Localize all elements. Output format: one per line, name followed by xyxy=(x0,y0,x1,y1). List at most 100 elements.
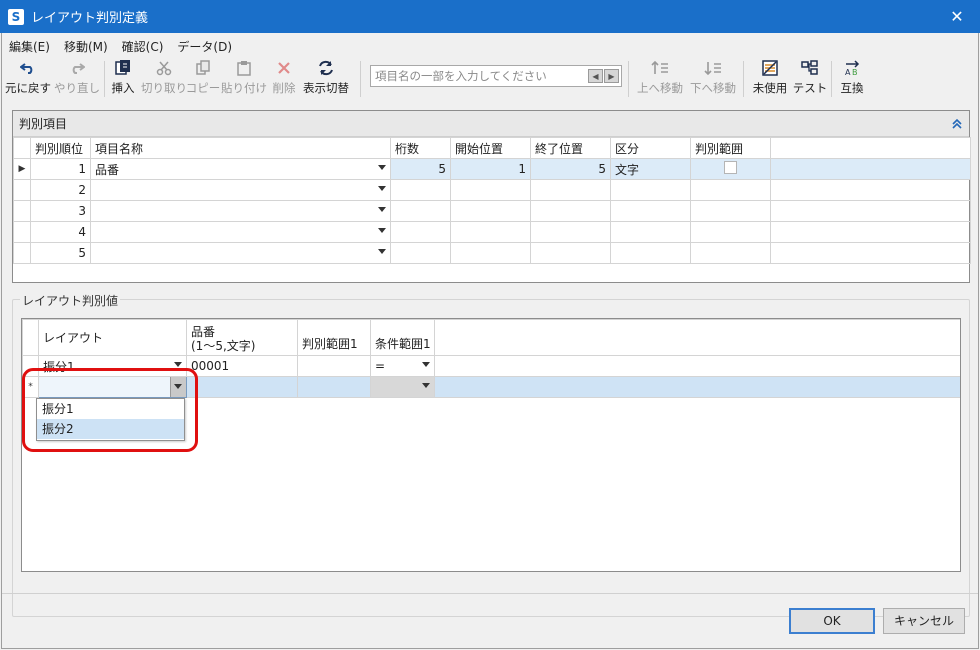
table-row[interactable]: 3 xyxy=(13,200,971,222)
hinban-cell[interactable]: 00001 xyxy=(186,355,298,377)
cancel-button[interactable]: キャンセル xyxy=(883,608,965,634)
column-header[interactable]: 判別順位 xyxy=(30,137,91,159)
close-button[interactable]: ✕ xyxy=(934,0,980,33)
dropdown-arrow-icon[interactable] xyxy=(422,383,430,388)
range-cell[interactable] xyxy=(690,158,771,180)
digits-cell[interactable] xyxy=(390,242,451,264)
order-cell[interactable]: 5 xyxy=(30,242,91,264)
kind-cell[interactable]: 文字 xyxy=(610,158,691,180)
end-cell[interactable]: 5 xyxy=(530,158,611,180)
range1-cell[interactable] xyxy=(297,376,371,398)
item-name-combo[interactable] xyxy=(90,221,391,243)
start-cell[interactable] xyxy=(450,179,531,201)
menu-data[interactable]: データ(D) xyxy=(170,38,239,55)
column-header[interactable]: 終了位置 xyxy=(530,137,611,159)
dropdown-arrow-icon[interactable] xyxy=(378,207,386,212)
kind-cell[interactable] xyxy=(610,179,691,201)
order-cell[interactable]: 3 xyxy=(30,200,91,222)
end-cell[interactable] xyxy=(530,242,611,264)
end-cell[interactable] xyxy=(530,179,611,201)
collapse-up-icon[interactable] xyxy=(951,117,963,129)
kind-cell[interactable] xyxy=(610,200,691,222)
item-name-combo[interactable]: 品番 xyxy=(90,158,391,180)
column-header[interactable]: 項目名称 xyxy=(90,137,391,159)
redo-icon xyxy=(72,63,85,74)
digits-cell[interactable]: 5 xyxy=(390,158,451,180)
move-up-button[interactable]: 上へ移動 xyxy=(635,57,685,101)
move-down-button[interactable]: 下へ移動 xyxy=(688,57,738,101)
toggle-display-button[interactable]: 表示切替 xyxy=(301,57,351,101)
row-indicator xyxy=(13,242,31,264)
svg-text:B: B xyxy=(852,68,858,77)
end-cell[interactable] xyxy=(530,200,611,222)
cut-button[interactable]: 切り取り xyxy=(141,57,187,101)
dropdown-arrow-icon[interactable] xyxy=(378,228,386,233)
insert-button[interactable]: 挿入 xyxy=(108,57,138,101)
cond1-value: = xyxy=(375,359,386,373)
redo-button[interactable]: やり直し xyxy=(54,57,100,101)
dropdown-arrow-icon[interactable] xyxy=(378,186,386,191)
order-cell[interactable]: 2 xyxy=(30,179,91,201)
menu-check[interactable]: 確認(C) xyxy=(115,38,171,55)
cond1-combo[interactable] xyxy=(370,376,435,398)
hinban-cell[interactable] xyxy=(186,376,298,398)
range-cell[interactable] xyxy=(690,179,771,201)
dropdown-arrow-icon[interactable] xyxy=(174,362,182,367)
table-row[interactable]: 4 xyxy=(13,221,971,243)
copy-button[interactable]: コピー xyxy=(186,57,220,101)
column-header[interactable]: 判別範囲 xyxy=(690,137,771,159)
range-cell[interactable] xyxy=(690,221,771,243)
range-cell[interactable] xyxy=(690,200,771,222)
toolbar-separator xyxy=(743,61,744,97)
column-header[interactable]: 判別範囲1 xyxy=(297,319,371,356)
kind-cell[interactable] xyxy=(610,242,691,264)
column-header[interactable]: 条件範囲1 xyxy=(370,319,435,356)
item-name-combo[interactable] xyxy=(90,179,391,201)
search-input[interactable] xyxy=(375,68,585,84)
item-name-combo[interactable] xyxy=(90,200,391,222)
swap-button[interactable]: AB 互換 xyxy=(837,57,867,101)
dropdown-arrow-icon[interactable] xyxy=(378,165,386,170)
digits-cell[interactable] xyxy=(390,221,451,243)
start-cell[interactable] xyxy=(450,242,531,264)
digits-cell[interactable] xyxy=(390,179,451,201)
dropdown-arrow-icon[interactable] xyxy=(422,362,430,367)
kind-cell[interactable] xyxy=(610,221,691,243)
menu-move[interactable]: 移動(M) xyxy=(57,38,115,55)
column-header[interactable]: 桁数 xyxy=(390,137,451,159)
range-checkbox[interactable] xyxy=(724,161,737,174)
table-row[interactable]: 2 xyxy=(13,179,971,201)
cond1-combo[interactable]: = xyxy=(370,355,435,377)
table-row[interactable]: ▶ 1 品番 5 1 5 文字 xyxy=(13,158,971,180)
range-cell[interactable] xyxy=(690,242,771,264)
column-header[interactable]: 区分 xyxy=(610,137,691,159)
range1-cell[interactable] xyxy=(297,355,371,377)
start-cell[interactable]: 1 xyxy=(450,158,531,180)
digits-cell[interactable] xyxy=(390,200,451,222)
paste-button[interactable]: 貼り付け xyxy=(221,57,267,101)
column-header[interactable]: 開始位置 xyxy=(450,137,531,159)
search-next-icon[interactable]: ▶ xyxy=(604,69,619,83)
item-name-combo[interactable] xyxy=(90,242,391,264)
end-cell[interactable] xyxy=(530,221,611,243)
column-header[interactable]: レイアウト xyxy=(38,319,187,356)
undo-button[interactable]: 元に戻す xyxy=(5,57,51,101)
delete-button[interactable]: 削除 xyxy=(269,57,299,101)
item-name-value: 品番 xyxy=(95,162,120,177)
search-field[interactable]: ◀ ▶ xyxy=(370,65,622,87)
dropdown-arrow-icon[interactable] xyxy=(378,249,386,254)
start-cell[interactable] xyxy=(450,221,531,243)
search-prev-icon[interactable]: ◀ xyxy=(588,69,603,83)
unused-button[interactable]: 未使用 xyxy=(750,57,790,101)
table-row[interactable]: 5 xyxy=(13,242,971,264)
column-header[interactable]: 品番 (1〜5,文字) xyxy=(186,319,298,356)
order-cell[interactable]: 4 xyxy=(30,221,91,243)
column-header-line: (1〜5,文字) xyxy=(191,338,256,353)
test-button[interactable]: テスト xyxy=(793,57,827,101)
table-header-row: 判別順位 項目名称 桁数 開始位置 終了位置 区分 判別範囲 xyxy=(13,137,971,159)
ok-button[interactable]: OK xyxy=(789,608,875,634)
start-cell[interactable] xyxy=(450,200,531,222)
menu-edit[interactable]: 編集(E) xyxy=(2,38,57,55)
blank-cell xyxy=(770,179,971,201)
order-cell[interactable]: 1 xyxy=(30,158,91,180)
